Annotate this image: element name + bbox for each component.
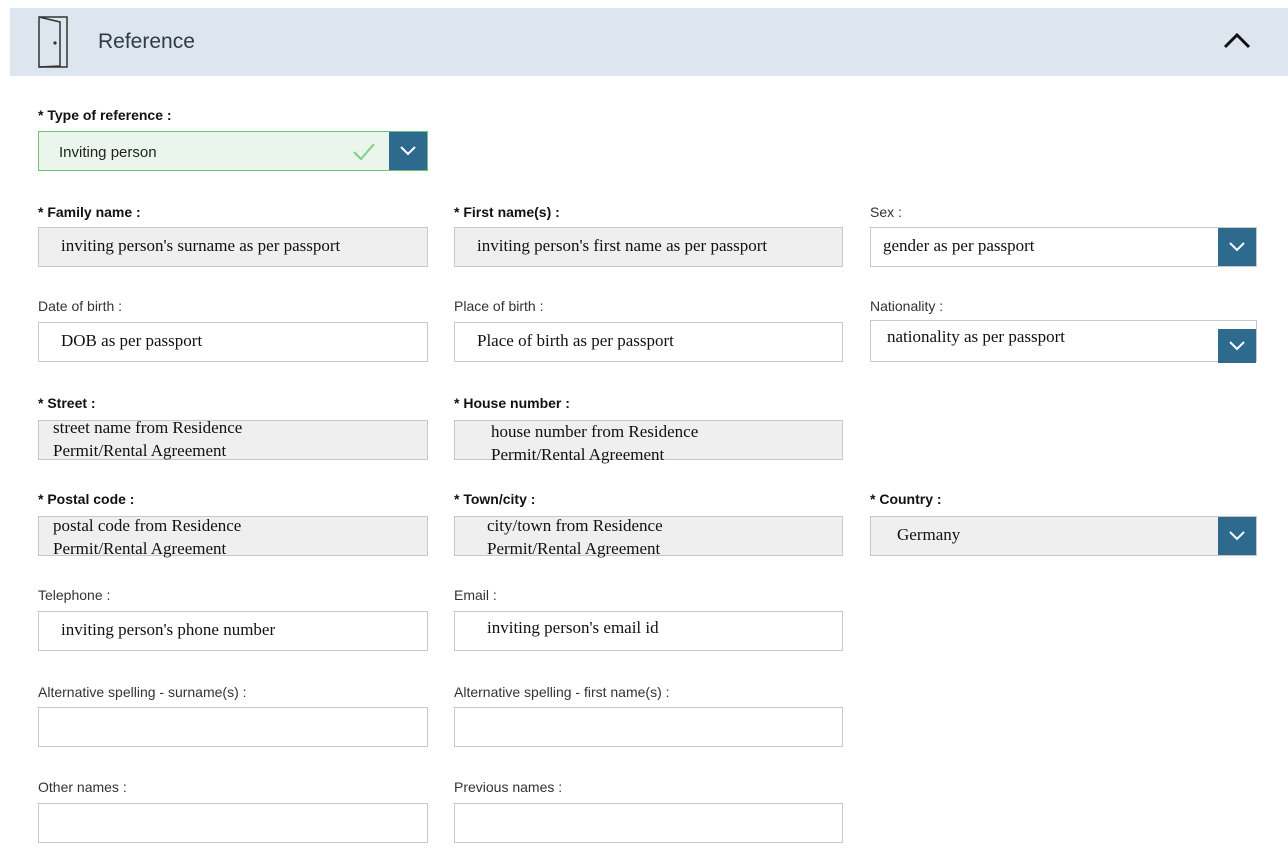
place-of-birth-label: Place of birth :: [454, 298, 544, 314]
town-city-label: * Town/city :: [454, 491, 536, 507]
email-field[interactable]: inviting person's email id: [454, 611, 843, 651]
email-value: inviting person's email id: [487, 618, 659, 637]
town-city-field[interactable]: city/town from Residence Permit/Rental A…: [454, 516, 843, 558]
chevron-up-icon[interactable]: [1222, 28, 1252, 52]
telephone-label: Telephone :: [38, 587, 111, 603]
family-name-label: * Family name :: [38, 204, 141, 220]
sex-select[interactable]: gender as per passport: [870, 227, 1257, 267]
town-city-value-line2: Permit/Rental Agreement: [487, 539, 661, 558]
checkmark-icon: [353, 143, 375, 161]
previous-names-field[interactable]: [454, 803, 843, 843]
previous-names-label: Previous names :: [454, 779, 563, 795]
postal-code-field[interactable]: postal code from Residence Permit/Rental…: [38, 516, 428, 558]
type-of-reference-label: * Type of reference :: [38, 107, 172, 123]
date-of-birth-label: Date of birth :: [38, 298, 123, 314]
family-name-field[interactable]: inviting person's surname as per passpor…: [38, 227, 428, 267]
sex-label: Sex :: [870, 204, 902, 220]
house-number-label: * House number :: [454, 395, 570, 411]
nationality-label: Nationality :: [870, 298, 944, 314]
country-select[interactable]: Germany: [870, 516, 1257, 556]
section-title: Reference: [98, 30, 195, 53]
other-names-label: Other names :: [38, 779, 127, 795]
street-value-line2: Permit/Rental Agreement: [53, 441, 227, 460]
chevron-down-icon[interactable]: [1218, 517, 1256, 555]
street-label: * Street :: [38, 395, 96, 411]
type-of-reference-select[interactable]: Inviting person: [38, 131, 428, 171]
place-of-birth-field[interactable]: Place of birth as per passport: [454, 322, 843, 362]
street-field[interactable]: street name from Residence Permit/Rental…: [38, 418, 428, 460]
alt-surname-label: Alternative spelling - surname(s) :: [38, 684, 247, 700]
other-names-field[interactable]: [38, 803, 428, 843]
first-name-field[interactable]: inviting person's first name as per pass…: [454, 227, 843, 267]
house-number-value-line1: house number from Residence: [491, 422, 699, 441]
date-of-birth-value: DOB as per passport: [61, 331, 203, 350]
country-label: * Country :: [870, 491, 942, 507]
alt-first-name-field[interactable]: [454, 707, 843, 747]
alt-first-name-label: Alternative spelling - first name(s) :: [454, 684, 670, 700]
postal-code-label: * Postal code :: [38, 491, 135, 507]
house-number-value-line2: Permit/Rental Agreement: [491, 445, 665, 464]
telephone-value: inviting person's phone number: [61, 620, 276, 639]
telephone-field[interactable]: inviting person's phone number: [38, 611, 428, 651]
first-name-label: * First name(s) :: [454, 204, 560, 220]
place-of-birth-value: Place of birth as per passport: [477, 331, 674, 350]
chevron-down-icon[interactable]: [1218, 228, 1256, 266]
alt-surname-field[interactable]: [38, 707, 428, 747]
sex-value: gender as per passport: [883, 236, 1035, 255]
chevron-down-icon[interactable]: [1218, 329, 1256, 363]
nationality-select[interactable]: nationality as per passport: [870, 320, 1257, 363]
type-of-reference-value: Inviting person: [59, 144, 157, 161]
date-of-birth-field[interactable]: DOB as per passport: [38, 322, 428, 362]
country-value: Germany: [897, 525, 961, 544]
postal-code-value-line1: postal code from Residence: [53, 516, 242, 535]
family-name-value: inviting person's surname as per passpor…: [61, 236, 341, 255]
section-header[interactable]: Reference: [10, 8, 1288, 76]
nationality-value: nationality as per passport: [887, 327, 1065, 346]
door-icon: [38, 16, 68, 68]
chevron-down-icon[interactable]: [389, 132, 427, 170]
first-name-value: inviting person's first name as per pass…: [477, 236, 768, 255]
email-label: Email :: [454, 587, 497, 603]
street-value-line1: street name from Residence: [53, 418, 243, 437]
town-city-value-line1: city/town from Residence: [487, 516, 663, 535]
house-number-field[interactable]: house number from Residence Permit/Renta…: [454, 420, 843, 464]
postal-code-value-line2: Permit/Rental Agreement: [53, 539, 227, 558]
